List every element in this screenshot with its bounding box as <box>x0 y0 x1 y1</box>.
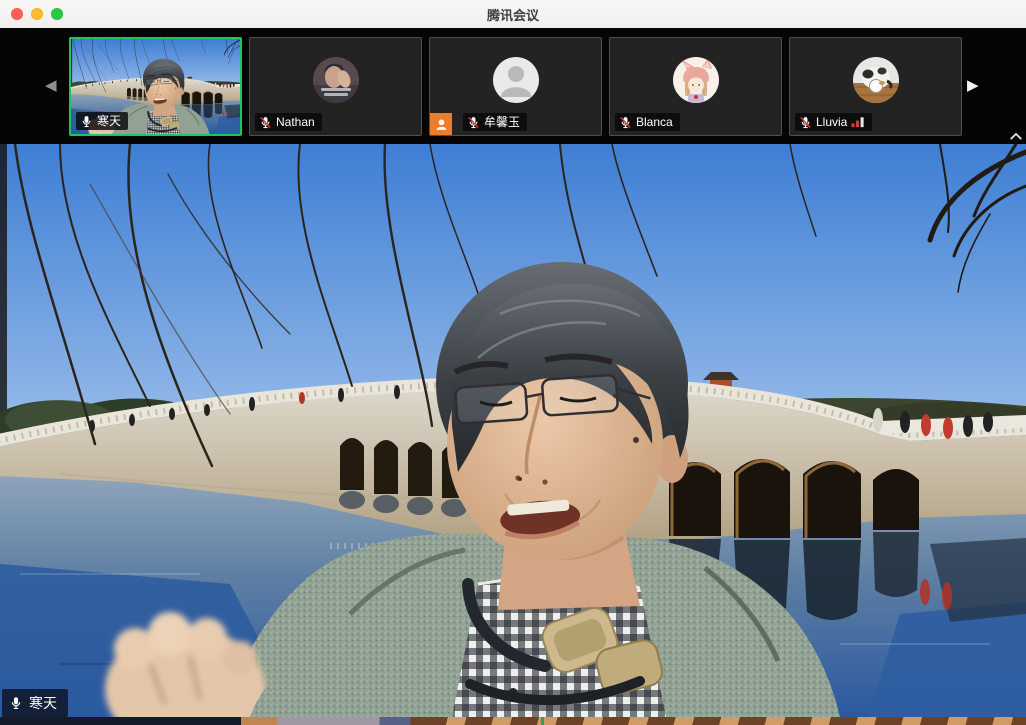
meeting-window: 腾讯会议 ◀ 寒天 <box>0 0 1026 725</box>
avatar-default-silhouette <box>493 57 539 103</box>
name-badge: Blanca <box>615 113 680 131</box>
participant-thumbnail-muxinyu[interactable]: 牟馨玉 <box>429 37 602 136</box>
next-participants-button[interactable]: ▶ <box>967 78 979 94</box>
mic-on-icon <box>9 696 23 710</box>
name-badge: Lluvia <box>795 113 872 131</box>
titlebar[interactable]: 腾讯会议 <box>0 0 1026 29</box>
participant-thumbnail-blanca[interactable]: Blanca <box>609 37 782 136</box>
mic-muted-icon <box>259 116 272 129</box>
video-scene <box>0 144 1026 717</box>
name-badge: 寒天 <box>76 112 128 130</box>
participant-thumbnail-nathan[interactable]: Nathan <box>249 37 422 136</box>
close-window-button[interactable] <box>11 8 23 20</box>
mic-muted-icon <box>619 116 632 129</box>
chevron-up-icon <box>1009 132 1023 141</box>
zoom-window-button[interactable] <box>51 8 63 20</box>
participant-filmstrip: ◀ 寒天 <box>0 28 1026 144</box>
name-badge: 牟馨玉 <box>463 113 527 131</box>
mic-muted-icon <box>467 116 480 129</box>
name-badge: Nathan <box>255 113 322 131</box>
collapse-filmstrip-button[interactable] <box>1007 128 1025 144</box>
participant-thumbnail-hantian[interactable]: 寒天 <box>69 37 242 136</box>
prev-participants-button[interactable]: ◀ <box>45 78 57 94</box>
minimize-window-button[interactable] <box>31 8 43 20</box>
background-window-pattern <box>421 717 1026 725</box>
participant-thumbnail-lluvia[interactable]: Lluvia <box>789 37 962 136</box>
speaker-name-badge: 寒天 <box>2 689 68 717</box>
window-title: 腾讯会议 <box>0 5 1026 24</box>
avatar-nathan <box>313 57 359 103</box>
mic-on-icon <box>80 115 93 128</box>
mic-muted-icon <box>799 116 812 129</box>
background-window-sliver <box>0 717 1026 725</box>
weak-signal-icon <box>851 116 865 128</box>
avatar-lluvia <box>853 57 899 103</box>
member-badge-icon <box>430 113 452 135</box>
background-window-accent <box>541 717 544 725</box>
avatar-blanca <box>673 57 719 103</box>
main-video-region[interactable]: 寒天 <box>0 144 1026 717</box>
